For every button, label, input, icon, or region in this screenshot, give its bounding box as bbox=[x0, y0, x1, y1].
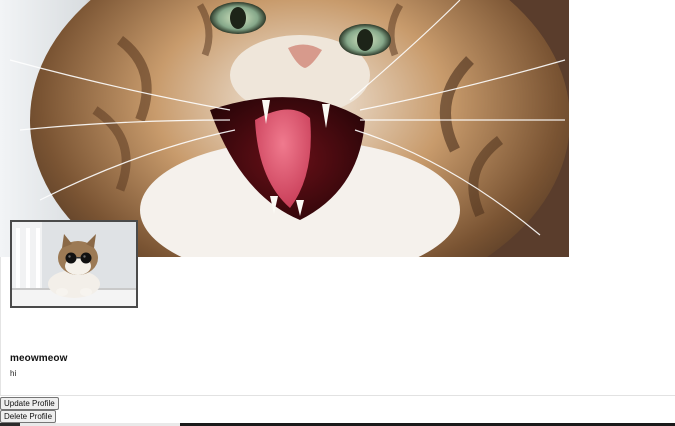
delete-profile-button[interactable]: Delete Profile bbox=[0, 410, 57, 423]
update-profile-button[interactable]: Update Profile bbox=[0, 397, 59, 410]
profile-bio: hi bbox=[10, 369, 17, 378]
section-divider bbox=[0, 395, 675, 396]
cover-photo bbox=[0, 0, 569, 257]
profile-username: meowmeow bbox=[10, 353, 68, 364]
avatar bbox=[10, 220, 138, 308]
